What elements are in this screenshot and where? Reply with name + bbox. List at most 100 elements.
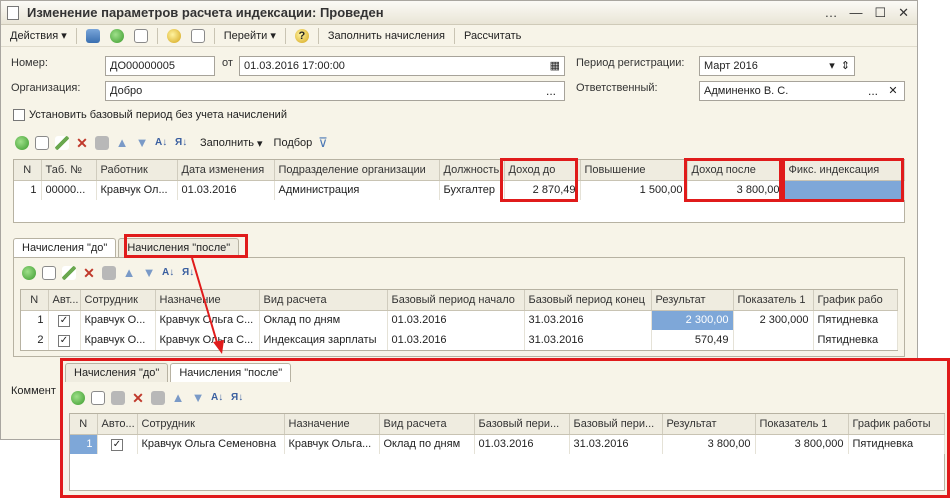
table-cell[interactable]: Администрация — [274, 180, 440, 200]
table-cell[interactable]: 1 500,00 — [580, 180, 688, 200]
save-close-icon[interactable] — [85, 28, 100, 43]
add-icon[interactable] — [22, 266, 36, 280]
table-cell[interactable]: 3 800,000 — [755, 434, 849, 454]
help-question-icon[interactable]: ? — [294, 28, 309, 43]
column-header[interactable]: Авт... — [48, 290, 81, 311]
column-header[interactable]: Подразделение организации — [274, 160, 440, 181]
select-org-icon[interactable]: ... — [542, 84, 560, 98]
table-cell[interactable]: 01.03.2016 — [387, 310, 525, 330]
table-cell[interactable]: 2 300,00 — [651, 310, 734, 330]
table-row[interactable]: 1 ✓ Кравчук О... Кравчук Ольга С... Оклад по… — [21, 310, 898, 330]
table-cell[interactable]: ✓ — [97, 434, 138, 454]
maximize-icon[interactable]: ☐ — [874, 5, 886, 21]
actions-menu[interactable]: Действия ▾ — [5, 29, 72, 43]
column-header[interactable]: Базовый пери... — [474, 414, 570, 435]
table-cell[interactable]: ✓ — [48, 310, 81, 330]
table-cell[interactable]: 2 870,49 — [504, 180, 581, 200]
column-header[interactable]: N — [21, 290, 49, 311]
responsible-field[interactable]: Админенко В. С. ... ✕ — [699, 81, 905, 101]
fill-menu[interactable]: Заполнить ▾ — [195, 137, 268, 150]
column-header[interactable]: Вид расчета — [259, 290, 388, 311]
table-row[interactable]: 1 00000... Кравчук Ол... 01.03.2016 Админист… — [14, 180, 905, 200]
add-icon[interactable] — [71, 391, 85, 405]
table-cell[interactable]: 570,49 — [651, 330, 734, 350]
table-cell[interactable]: Индексация зарплаты — [259, 330, 388, 350]
copy-icon[interactable] — [133, 28, 148, 43]
move-up-icon[interactable]: ▲ — [115, 136, 129, 150]
table-cell[interactable]: Кравчук О... — [80, 330, 156, 350]
unpost-icon[interactable] — [190, 28, 205, 43]
column-header[interactable]: Вид расчета — [379, 414, 475, 435]
move-up-icon[interactable]: ▲ — [122, 266, 136, 280]
column-header[interactable]: Назначение — [155, 290, 260, 311]
table-cell[interactable]: 01.03.2016 — [387, 330, 525, 350]
table-cell[interactable]: Кравчук Ол... — [96, 180, 178, 200]
column-header[interactable]: Результат — [651, 290, 734, 311]
column-header[interactable]: Должность — [439, 160, 505, 181]
date-field[interactable]: 01.03.2016 17:00:00 ▦ — [239, 56, 565, 76]
org-field[interactable]: Добро ... — [105, 81, 565, 101]
column-header[interactable]: Базовый период начало — [387, 290, 525, 311]
sort-desc-icon[interactable]: Я↓ — [175, 136, 189, 150]
column-header[interactable]: Сотрудник — [137, 414, 285, 435]
inset-tab-after[interactable]: Начисления "после" — [170, 363, 292, 382]
table-cell[interactable]: 00000... — [41, 180, 97, 200]
column-header[interactable]: Сотрудник — [80, 290, 156, 311]
copy-row-icon[interactable] — [35, 136, 49, 150]
table-cell[interactable] — [733, 330, 814, 350]
table-cell[interactable]: Кравчук Ольга... — [284, 434, 380, 454]
move-up-icon[interactable]: ▲ — [171, 391, 185, 405]
table-cell[interactable]: Кравчук Ольга С... — [155, 330, 260, 350]
number-field[interactable]: ДО00000005 — [105, 56, 215, 76]
table-cell[interactable]: Пятидневка — [813, 310, 898, 330]
table-cell[interactable]: Кравчук О... — [80, 310, 156, 330]
delete-icon[interactable]: ✕ — [82, 266, 96, 280]
table-cell[interactable]: Бухгалтер — [439, 180, 505, 200]
table-cell[interactable]: Пятидневка — [848, 434, 945, 454]
column-header[interactable]: Базовый период конец — [524, 290, 652, 311]
sort-desc-icon[interactable]: Я↓ — [231, 391, 245, 405]
edit-icon[interactable] — [55, 136, 69, 150]
table-row[interactable]: 1 ✓ Кравчук Ольга Семеновна Кравчук Ольга..… — [70, 434, 945, 454]
table-cell[interactable]: Пятидневка — [813, 330, 898, 350]
column-header[interactable]: Доход после — [687, 160, 785, 181]
table-cell[interactable]: 1 — [14, 180, 42, 200]
column-header[interactable]: Повышение — [580, 160, 688, 181]
clear-icon[interactable]: ✕ — [886, 84, 900, 98]
auto-checkbox[interactable]: ✓ — [111, 438, 123, 451]
column-header[interactable]: N — [70, 414, 98, 435]
table-cell[interactable]: 31.03.2016 — [524, 330, 652, 350]
table-cell[interactable]: 2 — [21, 330, 49, 350]
column-header[interactable]: Таб. № — [41, 160, 97, 181]
calendar-icon[interactable]: ▦ — [550, 59, 560, 73]
tab-accruals-before[interactable]: Начисления "до" — [13, 238, 117, 257]
column-header[interactable]: Результат — [662, 414, 756, 435]
refresh-icon[interactable] — [109, 28, 124, 43]
column-header[interactable]: Авто... — [97, 414, 138, 435]
column-header[interactable]: График работы — [848, 414, 945, 435]
table-cell[interactable]: Оклад по дням — [259, 310, 388, 330]
column-header[interactable]: Дата изменения — [177, 160, 275, 181]
column-header[interactable]: Базовый пери... — [569, 414, 663, 435]
move-down-icon[interactable]: ▼ — [135, 136, 149, 150]
pick-button[interactable]: Подбор — [274, 137, 313, 149]
delete-icon[interactable]: ✕ — [131, 391, 145, 405]
column-header[interactable]: Назначение — [284, 414, 380, 435]
copy-row-icon[interactable] — [91, 391, 105, 405]
tab-accruals-after[interactable]: Начисления "после" — [118, 238, 240, 257]
column-header[interactable]: Фикс. индексация — [784, 160, 905, 181]
table-cell[interactable]: 3 800,00 — [662, 434, 756, 454]
table-cell[interactable]: 1 — [70, 434, 98, 454]
close-icon[interactable]: ✕ — [898, 5, 909, 21]
table-cell[interactable]: 3 800,00 — [687, 180, 785, 200]
column-header[interactable]: Показатель 1 — [733, 290, 814, 311]
table-cell[interactable]: Оклад по дням — [379, 434, 475, 454]
delete-icon[interactable]: ✕ — [75, 136, 89, 150]
sort-asc-icon[interactable]: A↓ — [211, 391, 225, 405]
dropdown-icon[interactable]: ▾ — [829, 59, 835, 73]
sort-desc-icon[interactable]: Я↓ — [182, 266, 196, 280]
edit-icon[interactable] — [62, 266, 76, 280]
add-icon[interactable] — [15, 136, 29, 150]
table-cell[interactable]: Кравчук Ольга С... — [155, 310, 260, 330]
post-icon[interactable] — [166, 28, 181, 43]
